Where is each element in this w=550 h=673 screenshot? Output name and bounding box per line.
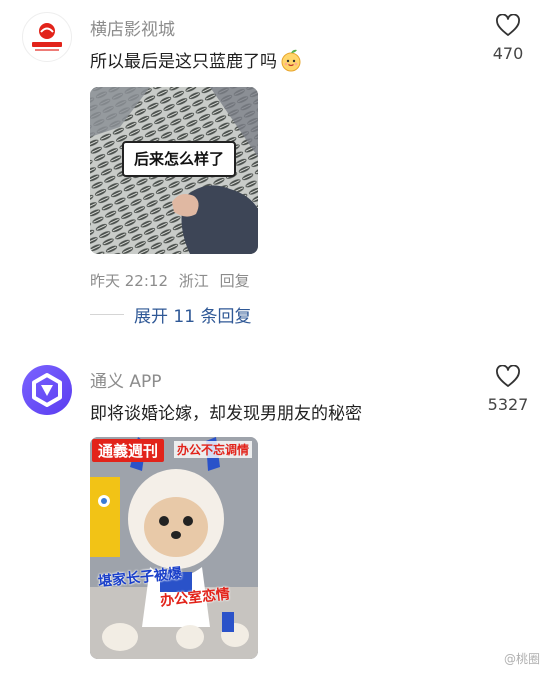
comment-text: 所以最后是这只蓝鹿了吗	[90, 47, 303, 77]
divider	[90, 314, 124, 315]
comment-text: 即将谈婚论嫁，却发现男朋友的秘密	[90, 404, 362, 424]
like-button[interactable]: 470	[480, 13, 536, 63]
comment-time: 昨天 22:12	[90, 272, 168, 290]
smiling-peach-emoji-icon	[279, 48, 303, 77]
avatar[interactable]	[22, 365, 72, 415]
comment-meta: 昨天 22:12 浙江 回复	[90, 270, 256, 291]
tongyi-logo-icon	[32, 373, 62, 407]
comment-item: 横店影视城 所以最后是这只蓝鹿了吗 470 后来怎么样了 昨天 22:12 浙江…	[0, 0, 550, 345]
like-button[interactable]: 5327	[480, 364, 536, 414]
watermark: @桃圈	[503, 652, 540, 666]
like-count: 5327	[487, 395, 529, 414]
mascot-poster-image	[90, 437, 258, 659]
comment-image[interactable]: 后来怎么样了	[90, 87, 258, 254]
poster-title: 通義週刊	[92, 439, 165, 462]
comment-item: 通义 APP 即将谈婚论嫁，却发现男朋友的秘密 5327 通義週刊 办公不忘调情…	[0, 352, 550, 673]
comment-location: 浙江	[178, 272, 209, 290]
comment-image[interactable]: 通義週刊 办公不忘调情 堪家长子被爆 办公室恋情	[90, 437, 258, 659]
comment-username[interactable]: 横店影视城	[90, 15, 175, 40]
image-caption-sticker: 后来怎么样了	[122, 141, 237, 177]
expand-replies-label[interactable]: 展开 11 条回复	[134, 302, 251, 327]
hengdian-logo-icon	[32, 23, 62, 51]
comment-username[interactable]: 通义 APP	[90, 367, 162, 392]
expand-replies[interactable]: 展开 11 条回复	[90, 302, 251, 327]
heart-icon	[496, 13, 520, 36]
poster-subtitle: 办公不忘调情	[174, 441, 253, 458]
heart-icon	[496, 364, 520, 387]
reply-button[interactable]: 回复	[220, 272, 250, 290]
avatar[interactable]	[22, 12, 72, 62]
comment-text-body: 所以最后是这只蓝鹿了吗	[90, 52, 277, 72]
like-count: 470	[492, 44, 524, 63]
